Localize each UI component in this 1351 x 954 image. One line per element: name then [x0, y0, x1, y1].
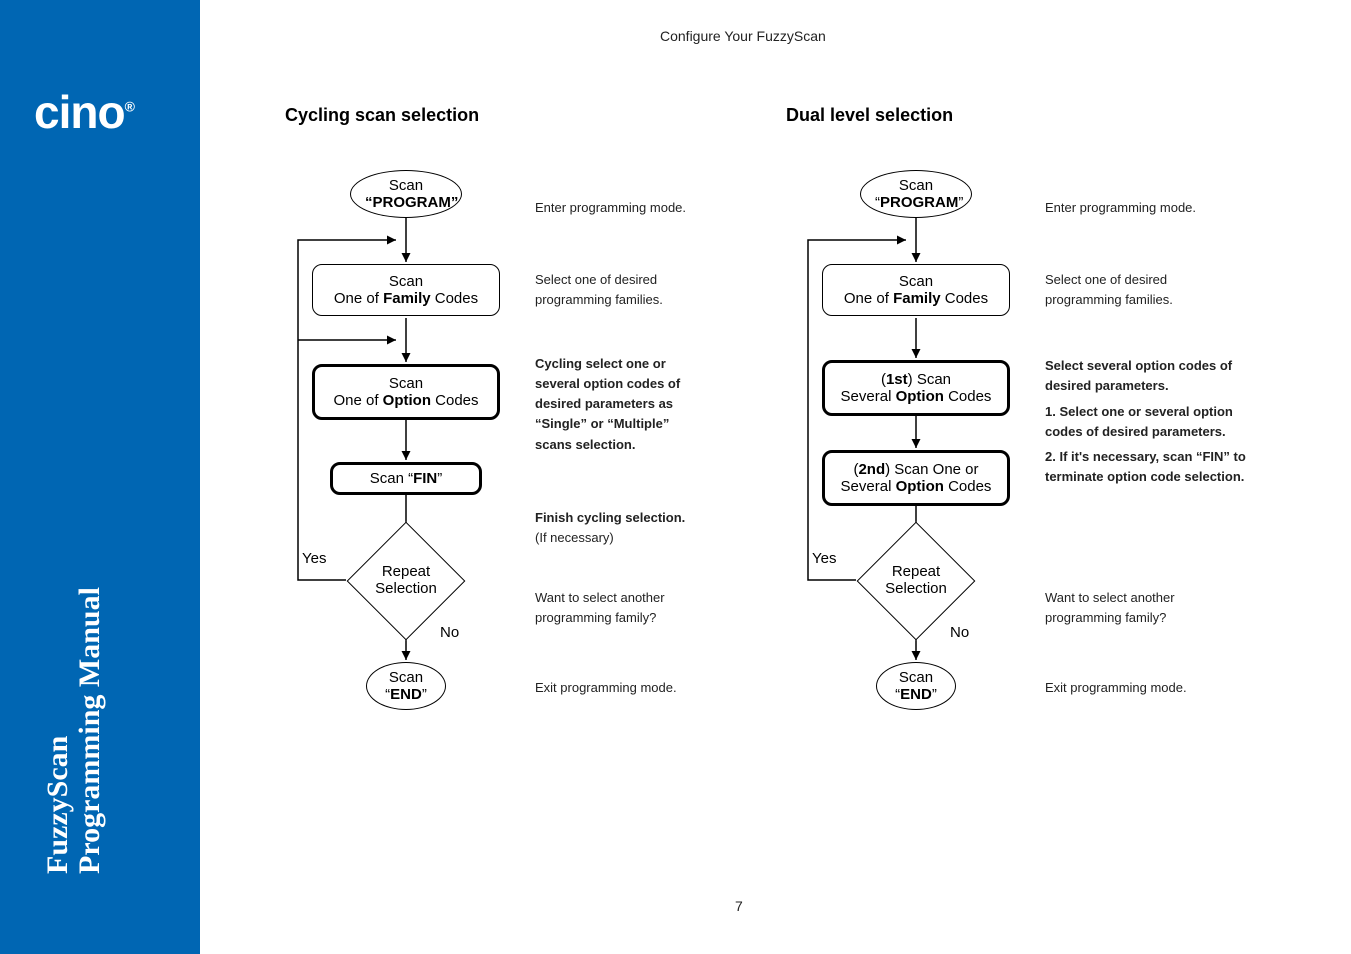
- label: Scan: [327, 273, 485, 290]
- node-scan-family: Scan One of Family Codes: [312, 264, 500, 316]
- note-option-codes: Select several option codes of desired p…: [1045, 356, 1255, 487]
- side-title-line1: FuzzyScan: [42, 587, 74, 874]
- note-enter-programming: Enter programming mode.: [1045, 198, 1255, 218]
- note-exit: Exit programming mode.: [535, 678, 745, 698]
- sublabel: One of Family Codes: [327, 290, 485, 307]
- node-scan-option-1st: (1st) Scan Several Option Codes: [822, 360, 1010, 416]
- sidebar: cino® FuzzyScan Programming Manual: [0, 0, 200, 954]
- registered-icon: ®: [125, 99, 134, 115]
- sublabel: “END”: [381, 686, 431, 703]
- note-enter-programming: Enter programming mode.: [535, 198, 745, 218]
- sublabel: One of Option Codes: [329, 392, 483, 409]
- node-scan-option-2nd: (2nd) Scan One or Several Option Codes: [822, 450, 1010, 506]
- side-title-line2: Programming Manual: [74, 587, 106, 874]
- node-repeat-selection: Repeat Selection: [346, 536, 466, 626]
- note-select-another: Want to select another programming famil…: [535, 588, 745, 628]
- label: Scan: [891, 669, 941, 686]
- yes-label: Yes: [812, 550, 836, 567]
- node-repeat-selection: Repeat Selection: [856, 536, 976, 626]
- side-title: FuzzyScan Programming Manual: [42, 587, 105, 874]
- sublabel: “PROGRAM”: [875, 194, 957, 211]
- label: (2nd) Scan One or: [839, 461, 993, 478]
- diamond-label: Repeat Selection: [346, 564, 466, 597]
- node-scan-program: Scan “PROGRAM”: [350, 170, 462, 218]
- yes-label: Yes: [302, 550, 326, 567]
- label: Scan: [365, 177, 447, 194]
- brand-text: cino: [34, 86, 125, 138]
- brand-logo: cino®: [34, 85, 134, 139]
- note-select-another: Want to select another programming famil…: [1045, 588, 1255, 628]
- section-title-dual: Dual level selection: [786, 105, 953, 126]
- sublabel: “END”: [891, 686, 941, 703]
- no-label: No: [950, 624, 969, 641]
- no-label: No: [440, 624, 459, 641]
- sublabel: One of Family Codes: [837, 290, 995, 307]
- label: (1st) Scan: [839, 371, 993, 388]
- note-finish-cycling: Finish cycling selection. (If necessary): [535, 508, 745, 548]
- label: Scan: [837, 273, 995, 290]
- note-select-family: Select one of desired programming famili…: [535, 270, 745, 310]
- label-program: “PROGRAM”: [365, 194, 447, 211]
- section-title-cycling: Cycling scan selection: [285, 105, 479, 126]
- page-number: 7: [735, 898, 743, 914]
- sublabel: Several Option Codes: [839, 478, 993, 495]
- node-scan-end: Scan “END”: [366, 662, 446, 710]
- label: Scan: [329, 375, 483, 392]
- note-exit: Exit programming mode.: [1045, 678, 1255, 698]
- note-select-family: Select one of desired programming famili…: [1045, 270, 1255, 310]
- sublabel: Several Option Codes: [839, 388, 993, 405]
- note-cycling-option: Cycling select one or several option cod…: [535, 354, 745, 455]
- diamond-label: Repeat Selection: [856, 564, 976, 597]
- label: Scan: [381, 669, 431, 686]
- node-scan-end: Scan “END”: [876, 662, 956, 710]
- page-header: Configure Your FuzzyScan: [660, 28, 826, 44]
- node-scan-fin: Scan “FIN”: [330, 462, 482, 495]
- node-scan-option: Scan One of Option Codes: [312, 364, 500, 420]
- label: Scan: [875, 177, 957, 194]
- node-scan-program: Scan “PROGRAM”: [860, 170, 972, 218]
- node-scan-family: Scan One of Family Codes: [822, 264, 1010, 316]
